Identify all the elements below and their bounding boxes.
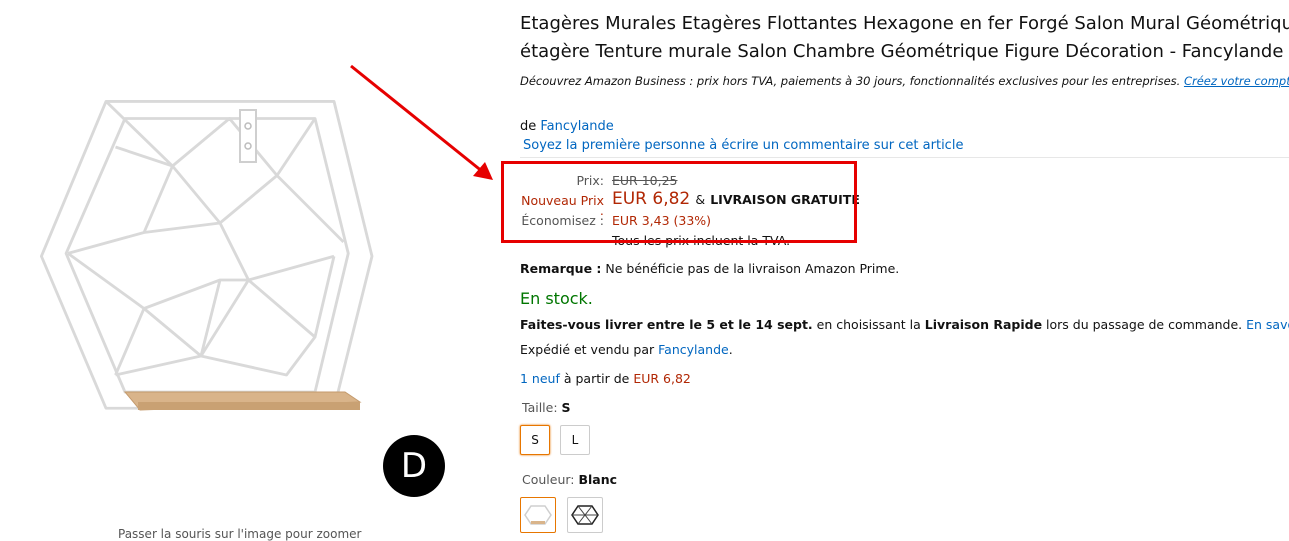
sold-text: Expédié et vendu par	[520, 342, 655, 357]
product-title-line2: étagère Tenture murale Salon Chambre Géo…	[520, 41, 1284, 62]
delivery-fast: Livraison Rapide	[924, 317, 1043, 332]
byline: de Fancylande	[520, 119, 614, 134]
seller-link[interactable]: Fancylande	[658, 342, 729, 357]
overlay-letter-badge: D	[383, 435, 445, 497]
delivery-mid: en choisissant la	[816, 317, 921, 332]
size-selected: S	[561, 400, 571, 415]
stock-status: En stock.	[520, 289, 593, 308]
image-zoom-hint: Passer la souris sur l'image pour zoomer	[118, 527, 362, 541]
product-title-line1: Etagères Murales Etagères Flottantes Hex…	[520, 13, 1289, 34]
business-promo: Découvrez Amazon Business : prix hors TV…	[520, 74, 1289, 88]
hexagon-shelf-image	[39, 99, 374, 411]
offers: 1 neuf à partir de EUR 6,82	[520, 371, 691, 386]
overlay-letter: D	[400, 446, 428, 486]
color-label: Couleur:	[522, 472, 575, 487]
sold-by: Expédié et vendu par Fancylande.	[520, 342, 733, 357]
size-label: Taille:	[522, 400, 558, 415]
white-hexagon-swatch-icon	[524, 505, 552, 525]
size-option-l[interactable]: L	[560, 425, 590, 455]
offers-price: EUR 6,82	[633, 371, 691, 386]
delivery-end: lors du passage de commande.	[1046, 317, 1243, 332]
business-signup-link[interactable]: Créez votre compte gratuit	[1184, 74, 1289, 88]
black-hexagon-swatch-icon	[571, 505, 599, 525]
sold-end: .	[728, 342, 733, 357]
remark-text: Ne bénéficie pas de la livraison Amazon …	[605, 261, 900, 276]
remark-label: Remarque :	[520, 261, 602, 276]
business-text: Découvrez Amazon Business : prix hors TV…	[520, 74, 1181, 88]
red-arrow-icon	[350, 64, 493, 180]
learn-more-link[interactable]: En savoir plus.	[1246, 317, 1289, 332]
color-option-black[interactable]	[567, 497, 603, 533]
remark: Remarque : Ne bénéficie pas de la livrai…	[520, 261, 899, 276]
delivery-info: Faites-vous livrer entre le 5 et le 14 s…	[520, 317, 1289, 332]
divider	[520, 157, 1289, 158]
size-option-s[interactable]: S	[520, 425, 550, 455]
color-option-white[interactable]	[520, 497, 556, 533]
color-label-row: Couleur: Blanc	[522, 472, 617, 487]
write-review-link[interactable]: Soyez la première personne à écrire un c…	[523, 138, 963, 153]
offers-link[interactable]: 1 neuf	[520, 371, 560, 386]
product-image[interactable]	[30, 90, 380, 435]
brand-link[interactable]: Fancylande	[540, 119, 613, 134]
byline-prefix: de	[520, 119, 537, 134]
offers-text: à partir de	[563, 371, 630, 386]
price-highlight-box	[501, 161, 857, 243]
delivery-dates: Faites-vous livrer entre le 5 et le 14 s…	[520, 317, 813, 332]
product-title: Etagères Murales Etagères Flottantes Hex…	[520, 10, 1289, 66]
size-label-row: Taille: S	[522, 400, 571, 415]
color-selected: Blanc	[578, 472, 618, 487]
